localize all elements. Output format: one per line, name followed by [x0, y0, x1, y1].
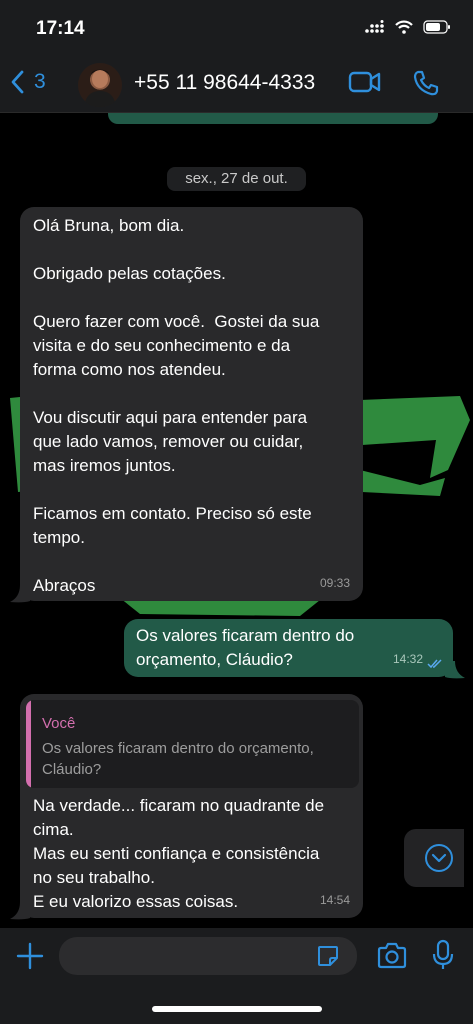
contact-name[interactable]: +55 11 98644-4333	[134, 71, 315, 95]
status-bar: 17:14	[0, 0, 473, 56]
bubble-tail	[445, 661, 465, 679]
phone-call-icon	[413, 70, 439, 96]
signal-icon	[365, 20, 384, 33]
previous-message-bubble	[108, 112, 438, 124]
attach-button[interactable]	[16, 942, 44, 975]
chevron-down-circle-icon	[425, 844, 453, 872]
video-call-button[interactable]	[348, 69, 382, 100]
wifi-icon	[395, 20, 413, 34]
message-time: 14:54	[319, 893, 350, 907]
message-time: 09:33	[319, 576, 350, 590]
quote-accent-bar	[26, 700, 31, 788]
scroll-to-bottom-button[interactable]	[404, 829, 464, 887]
sticker-button[interactable]	[316, 944, 340, 973]
bubble-tail	[10, 902, 30, 920]
message-input-bar	[0, 928, 473, 1024]
phone-call-button[interactable]	[412, 69, 440, 102]
incoming-message[interactable]: Olá Bruna, bom dia. Obrigado pelas cotaç…	[20, 207, 363, 601]
read-receipt-icon	[427, 659, 442, 669]
quoted-message[interactable]: Você Os valores ficaram dentro do orçame…	[26, 700, 359, 788]
unread-count: 3	[34, 70, 46, 93]
status-time: 17:14	[36, 18, 85, 39]
message-text: Na verdade... ficaram no quadrante de ci…	[33, 796, 325, 911]
message-time: 14:32	[392, 652, 423, 666]
avatar-image	[84, 69, 116, 107]
outgoing-message[interactable]: Os valores ficaram dentro do orçamento, …	[124, 619, 453, 677]
camera-button[interactable]	[376, 942, 408, 975]
microphone-button[interactable]	[432, 939, 454, 976]
quote-author: Você	[42, 715, 76, 732]
chevron-left-icon	[11, 70, 24, 94]
plus-icon	[16, 942, 44, 970]
battery-icon	[423, 20, 450, 34]
message-input[interactable]	[59, 937, 357, 975]
message-text: Os valores ficaram dentro do orçamento, …	[136, 626, 355, 669]
chat-header: 3 +55 11 98644-4333	[0, 56, 473, 113]
microphone-icon	[432, 939, 454, 969]
date-separator: sex., 27 de out.	[167, 167, 306, 191]
camera-icon	[377, 942, 407, 969]
quote-text: Os valores ficaram dentro do orçamento, …	[42, 740, 314, 778]
avatar[interactable]	[78, 63, 122, 107]
bubble-tail	[10, 585, 30, 603]
video-call-icon	[348, 71, 381, 93]
message-text: Olá Bruna, bom dia. Obrigado pelas cotaç…	[33, 216, 320, 595]
sticker-icon	[318, 946, 338, 966]
back-button[interactable]: 3	[10, 70, 46, 94]
home-indicator[interactable]	[152, 1006, 322, 1012]
incoming-reply-message[interactable]: Você Os valores ficaram dentro do orçame…	[20, 694, 363, 918]
